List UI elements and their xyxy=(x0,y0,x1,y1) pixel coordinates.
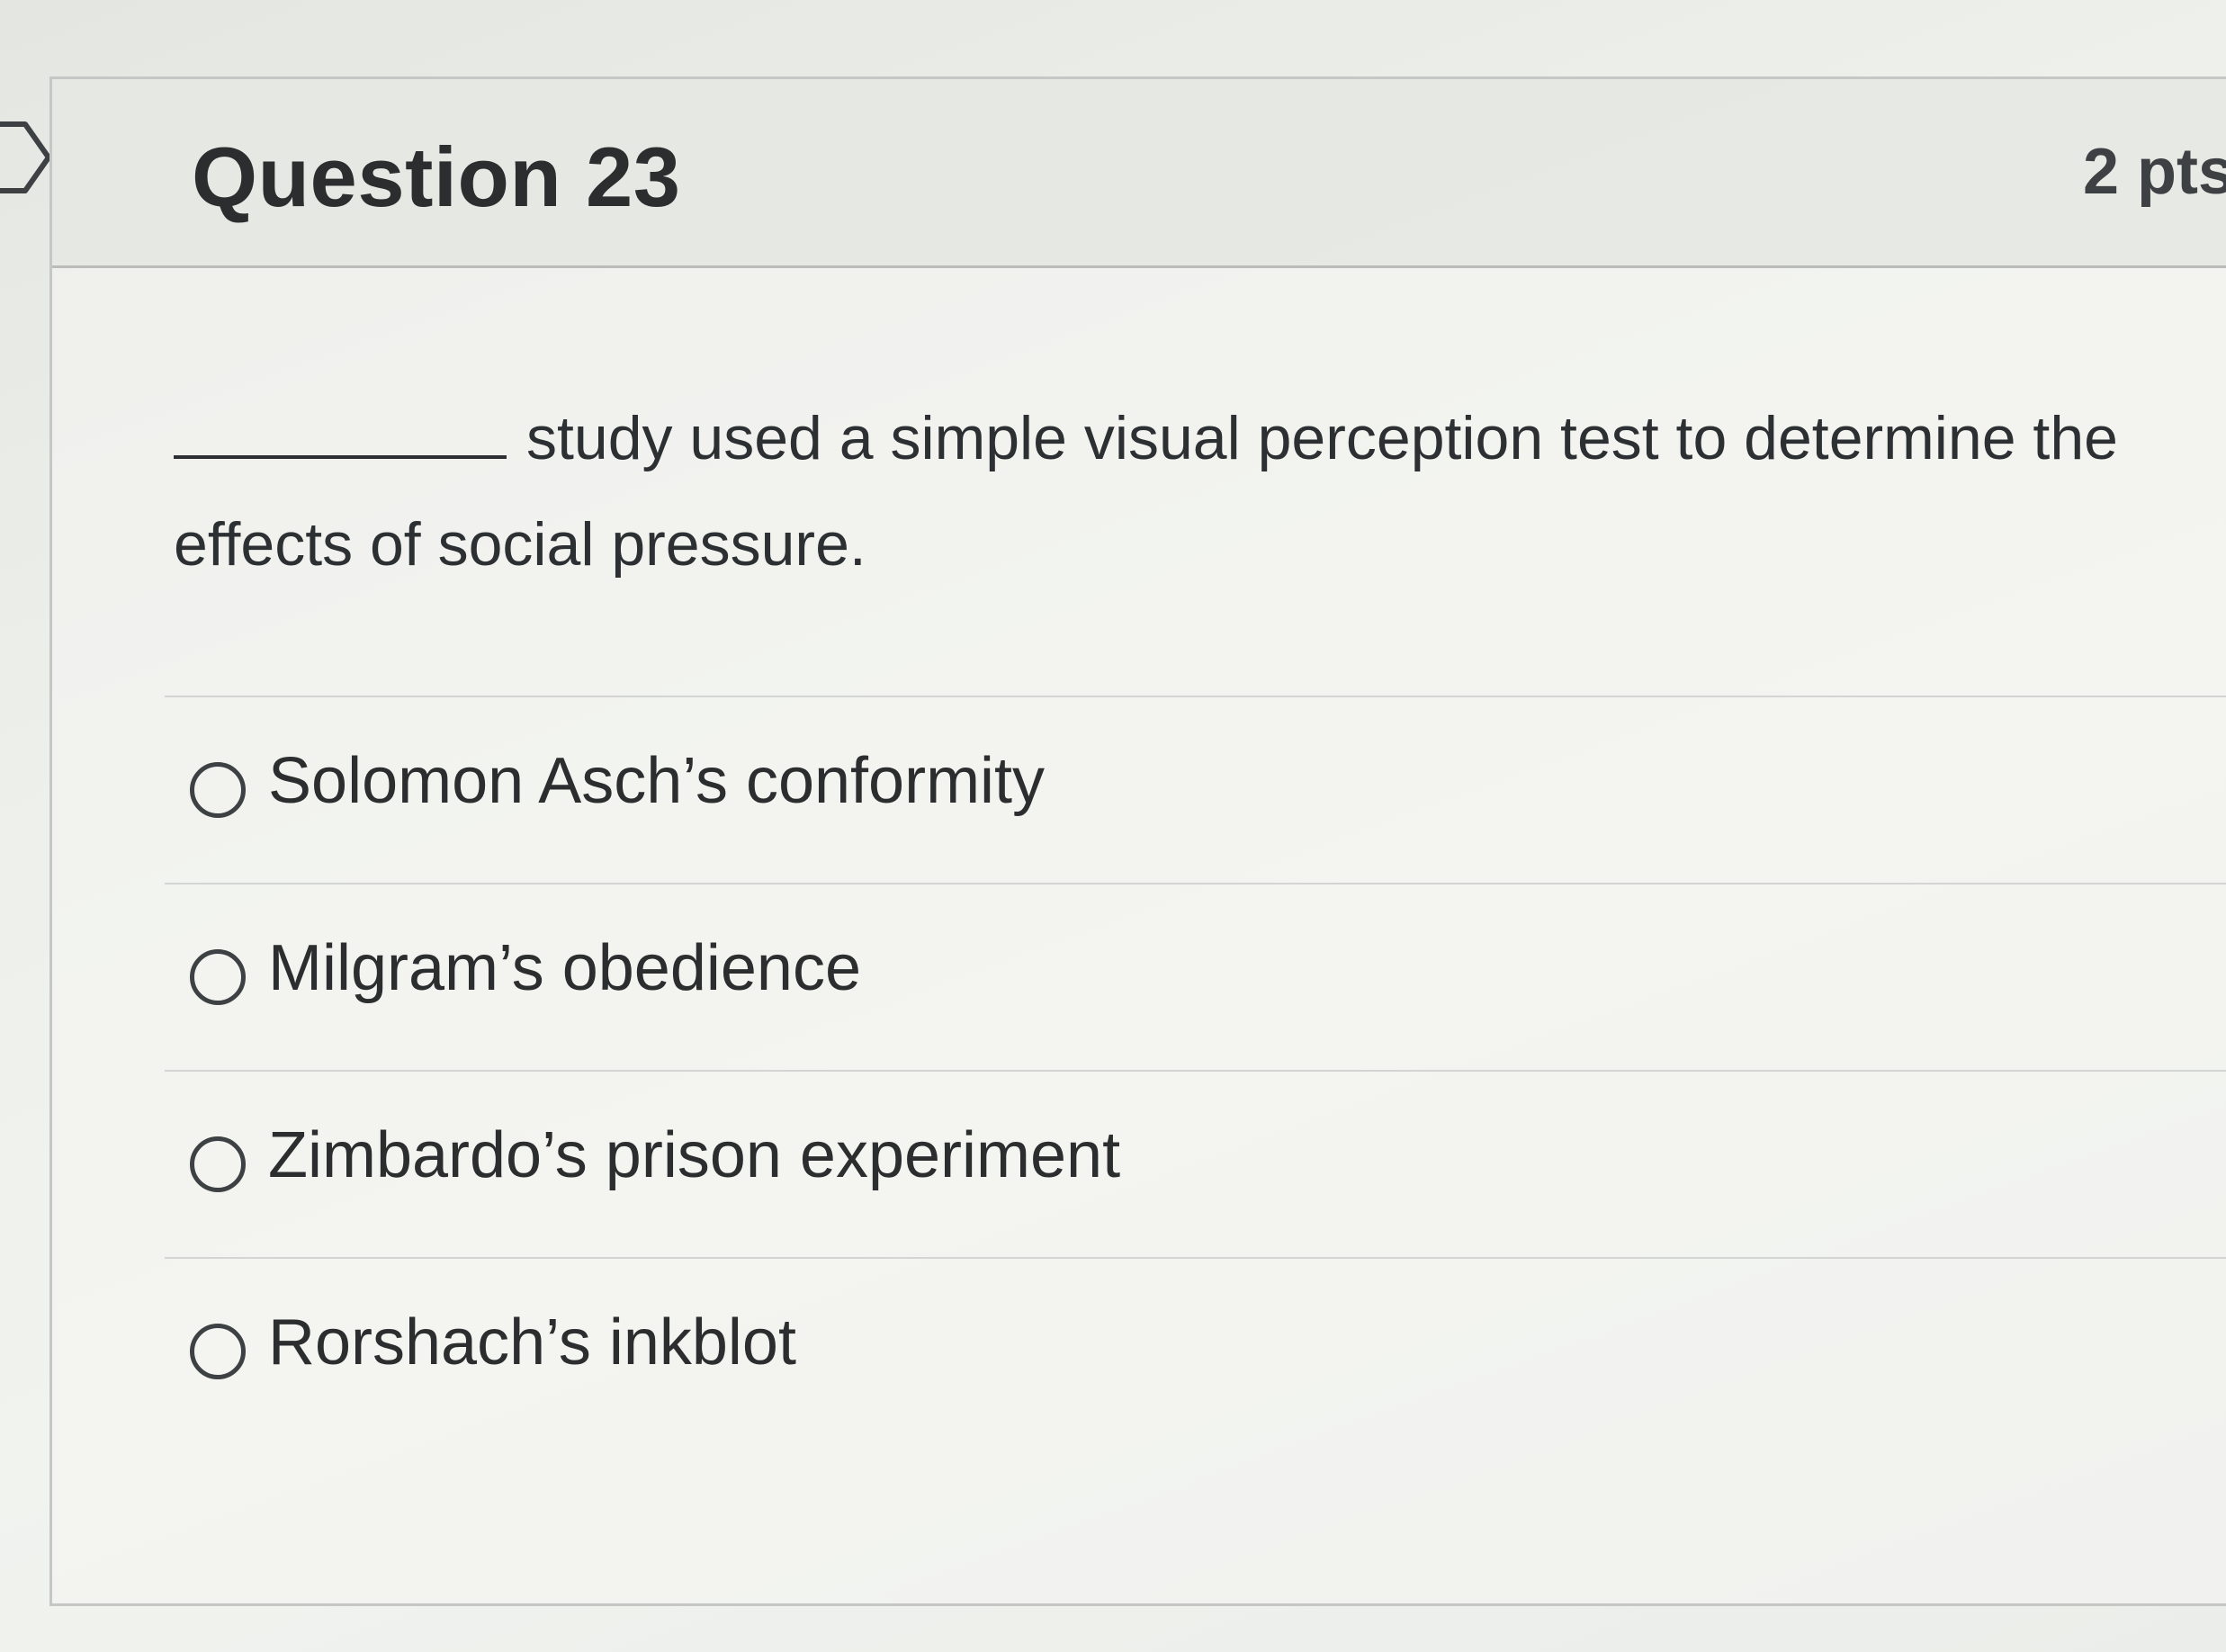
answer-list: Solomon Asch’s conformity Milgram’s obed… xyxy=(52,696,2226,1444)
fill-in-blank xyxy=(174,446,507,459)
answer-option-2[interactable]: Milgram’s obedience xyxy=(165,883,2226,1070)
radio-unchecked-icon[interactable] xyxy=(190,949,246,1005)
chevron-right-icon[interactable] xyxy=(0,117,54,198)
screen: Question 23 2 pts study used a simple vi… xyxy=(0,0,2226,1652)
answer-option-3[interactable]: Zimbardo’s prison experiment xyxy=(165,1070,2226,1257)
question-title: Question 23 xyxy=(192,130,681,224)
question-text: study used a simple visual perception te… xyxy=(174,385,2225,597)
answer-option-4[interactable]: Rorshach’s inkblot xyxy=(165,1257,2226,1444)
question-text-body: study used a simple visual perception te… xyxy=(174,404,2118,579)
radio-unchecked-icon[interactable] xyxy=(190,1136,246,1192)
answer-label[interactable]: Zimbardo’s prison experiment xyxy=(268,1118,1120,1192)
answer-label[interactable]: Milgram’s obedience xyxy=(268,931,861,1005)
answer-label[interactable]: Rorshach’s inkblot xyxy=(268,1306,796,1379)
radio-unchecked-icon[interactable] xyxy=(190,762,246,818)
question-header: Question 23 2 pts xyxy=(52,79,2226,268)
question-points: 2 pts xyxy=(2082,136,2226,208)
radio-unchecked-icon[interactable] xyxy=(190,1324,246,1379)
question-card: Question 23 2 pts study used a simple vi… xyxy=(49,76,2226,1606)
answer-option-1[interactable]: Solomon Asch’s conformity xyxy=(165,696,2226,883)
answer-label[interactable]: Solomon Asch’s conformity xyxy=(268,744,1045,818)
